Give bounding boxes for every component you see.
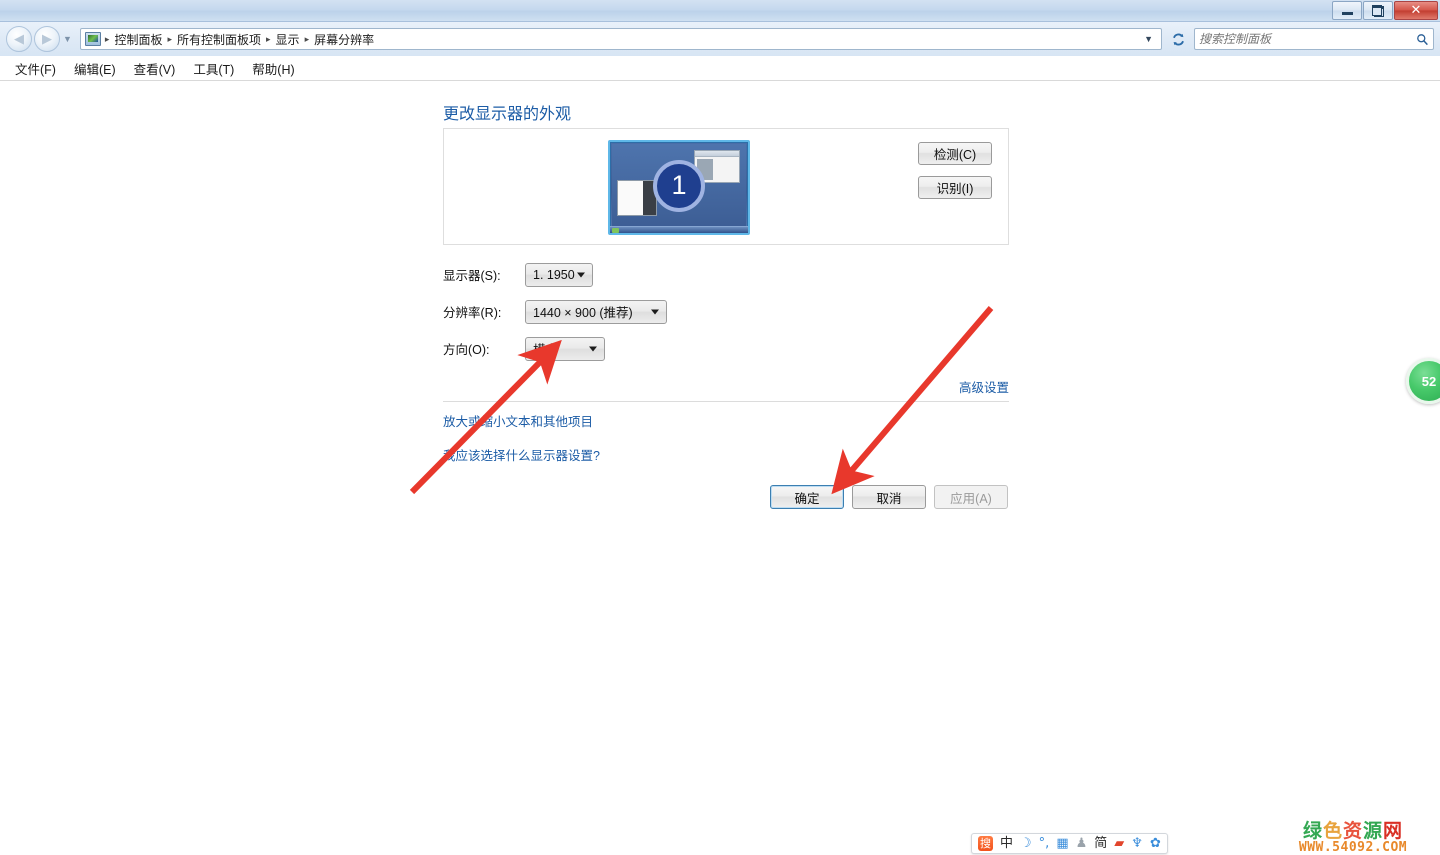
watermark-char-4: 网 — [1383, 820, 1404, 842]
display-settings-form: 显示器(S): 1. 1950 分辨率(R): 1440 × 900 (推荐) … — [443, 256, 667, 367]
menu-view[interactable]: 查看(V) — [127, 56, 183, 81]
ime-simplified-icon[interactable]: 简 — [1094, 837, 1107, 850]
watermark-char-0: 绿 — [1302, 820, 1323, 842]
row-orientation: 方向(O): 横向 — [443, 330, 667, 367]
help-links: 放大或缩小文本和其他项目 我应该选择什么显示器设置? — [443, 411, 600, 479]
menu-bar: 文件(F) 编辑(E) 查看(V) 工具(T) 帮助(H) — [0, 56, 1440, 81]
restore-icon — [1372, 4, 1384, 17]
breadcrumb-item-1[interactable]: 所有控制面板项 — [173, 30, 265, 49]
detect-button[interactable]: 检测(C) — [918, 142, 992, 165]
display-select[interactable]: 1. 1950 — [525, 262, 593, 287]
ime-settings-icon[interactable]: ✿ — [1150, 837, 1161, 850]
orientation-select-value: 横向 — [533, 343, 559, 357]
ime-skin-icon[interactable]: ♆ — [1131, 837, 1143, 850]
chevron-down-icon — [577, 272, 585, 277]
refresh-icon — [1172, 33, 1184, 45]
orientation-label: 方向(O): — [443, 343, 490, 357]
monitor-taskbar — [610, 226, 748, 233]
control-panel-window: ✕ ◀ ▶ ▼ ▸ 控制面板 ▸ 所有控制面板项 ▸ 显示 ▸ 屏幕分辨率 ▼ … — [0, 0, 1440, 855]
forward-arrow-icon: ▶ — [42, 31, 52, 47]
watermark-char-3: 源 — [1363, 820, 1384, 842]
menu-file[interactable]: 文件(F) — [8, 56, 63, 81]
advanced-settings-link[interactable]: 高级设置 — [443, 377, 1009, 396]
menu-edit[interactable]: 编辑(E) — [67, 56, 123, 81]
dialog-buttons: 确定 取消 应用(A) — [770, 485, 1008, 509]
breadcrumb-bar[interactable]: ▸ 控制面板 ▸ 所有控制面板项 ▸ 显示 ▸ 屏幕分辨率 ▼ — [79, 28, 1162, 50]
search-box[interactable] — [1194, 28, 1434, 50]
watermark-char-1: 色 — [1322, 820, 1343, 842]
breadcrumb: ▸ 控制面板 ▸ 所有控制面板项 ▸ 显示 ▸ 屏幕分辨率 — [104, 30, 378, 49]
search-input[interactable] — [1199, 32, 1416, 46]
chevron-down-icon — [589, 346, 597, 351]
ime-punctuation-icon[interactable]: °, — [1039, 837, 1050, 850]
display-label: 显示器(S): — [443, 269, 501, 283]
ime-mode-chinese[interactable]: 中 — [1000, 837, 1013, 850]
window-titlebar: ✕ — [0, 0, 1440, 22]
navigation-buttons: ◀ ▶ ▼ — [6, 26, 76, 52]
ok-button[interactable]: 确定 — [770, 485, 844, 509]
forward-button[interactable]: ▶ — [34, 26, 60, 52]
monitor-number-badge: 1 — [653, 159, 705, 212]
ime-moon-icon[interactable]: ☽ — [1020, 837, 1032, 850]
section-divider — [443, 401, 1009, 402]
ime-user-icon[interactable]: ♟ — [1076, 837, 1088, 850]
monitor-thumbnail-1[interactable]: 1 — [608, 140, 750, 235]
close-icon: ✕ — [1410, 3, 1422, 18]
row-display: 显示器(S): 1. 1950 — [443, 256, 667, 293]
breadcrumb-item-0[interactable]: 控制面板 — [110, 30, 166, 49]
menu-tools[interactable]: 工具(T) — [186, 56, 241, 81]
sogou-logo-icon[interactable]: 搜 — [978, 836, 993, 851]
minimize-icon — [1341, 12, 1353, 15]
history-dropdown-icon[interactable]: ▼ — [63, 34, 72, 44]
menu-help[interactable]: 帮助(H) — [245, 56, 301, 81]
monitor-preview-panel: 1 检测(C) 识别(I) — [443, 128, 1009, 245]
display-select-value: 1. 1950 — [533, 267, 575, 282]
link-resize-text[interactable]: 放大或缩小文本和其他项目 — [443, 411, 600, 430]
cancel-button[interactable]: 取消 — [852, 485, 926, 509]
watermark-char-2: 资 — [1342, 820, 1363, 842]
apply-button: 应用(A) — [934, 485, 1008, 509]
control-panel-icon — [84, 32, 101, 46]
resolution-select[interactable]: 1440 × 900 (推荐) — [525, 299, 667, 324]
watermark-title: 绿色资源网 — [1272, 822, 1434, 841]
back-arrow-icon: ◀ — [14, 31, 24, 47]
site-watermark: 绿色资源网 WWW.54092.COM — [1272, 822, 1434, 855]
minimize-button[interactable] — [1332, 1, 1362, 20]
row-resolution: 分辨率(R): 1440 × 900 (推荐) — [443, 293, 667, 330]
monitor-window-thumb-2 — [617, 180, 657, 216]
resolution-select-value: 1440 × 900 (推荐) — [533, 306, 633, 320]
address-bar: ◀ ▶ ▼ ▸ 控制面板 ▸ 所有控制面板项 ▸ 显示 ▸ 屏幕分辨率 ▼ — [0, 22, 1440, 56]
breadcrumb-item-2[interactable]: 显示 — [272, 30, 304, 49]
identify-button[interactable]: 识别(I) — [918, 176, 992, 199]
restore-button[interactable] — [1363, 1, 1393, 20]
chevron-down-icon — [651, 309, 659, 314]
ime-toolbar: 搜 中 ☽ °, ▦ ♟ 简 ▰ ♆ ✿ — [971, 833, 1168, 854]
ime-toolbox-icon[interactable]: ▰ — [1114, 837, 1124, 850]
back-button[interactable]: ◀ — [6, 26, 32, 52]
watermark-url: WWW.54092.COM — [1298, 840, 1408, 855]
monitor-panel-buttons: 检测(C) 识别(I) — [918, 142, 992, 199]
window-controls: ✕ — [1332, 1, 1438, 20]
chevron-down-icon[interactable]: ▼ — [1138, 34, 1159, 44]
close-button[interactable]: ✕ — [1394, 1, 1438, 20]
link-which-settings[interactable]: 我应该选择什么显示器设置? — [443, 445, 600, 464]
search-icon — [1417, 33, 1428, 45]
ime-keyboard-icon[interactable]: ▦ — [1056, 837, 1068, 850]
orientation-select[interactable]: 横向 — [525, 336, 605, 361]
page-title: 更改显示器的外观 — [443, 106, 572, 123]
refresh-button[interactable] — [1166, 28, 1190, 50]
resolution-label: 分辨率(R): — [443, 306, 502, 320]
content-area: 更改显示器的外观 1 检测(C) 识别(I) 显示器(S): 1. 1950 分… — [0, 81, 1440, 855]
breadcrumb-item-3[interactable]: 屏幕分辨率 — [310, 30, 378, 49]
